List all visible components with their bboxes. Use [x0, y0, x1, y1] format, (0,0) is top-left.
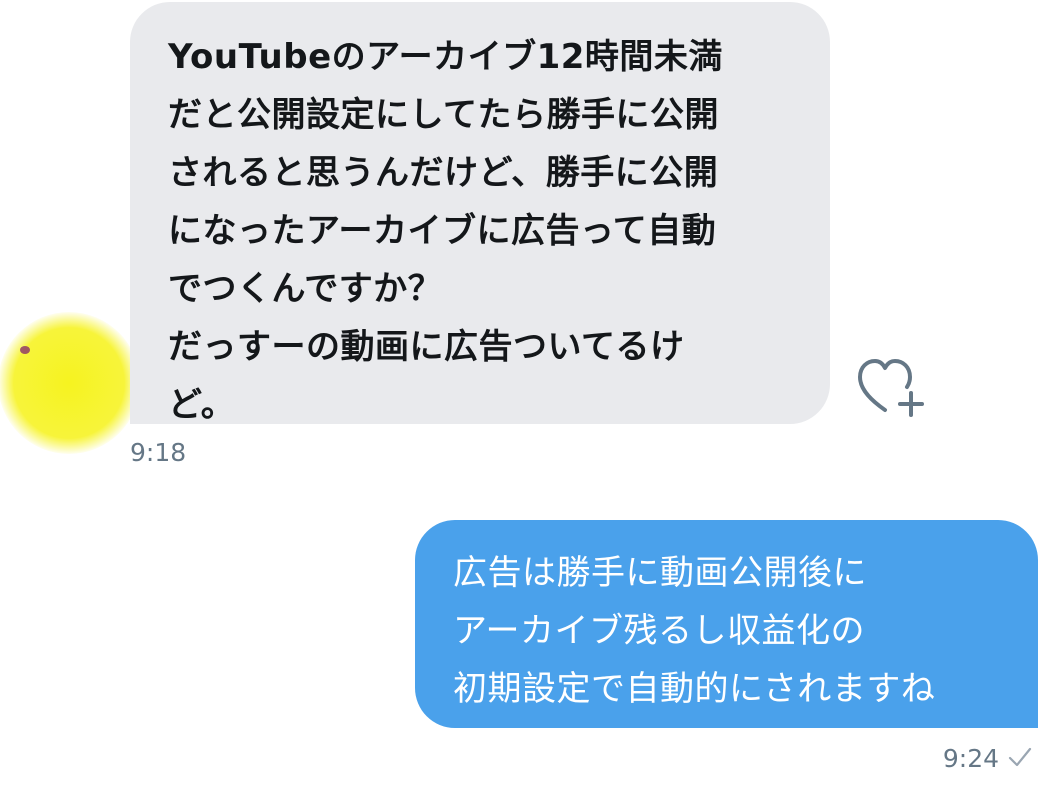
message-line: YouTubeのアーカイブ12時間未満: [168, 37, 723, 77]
message-line: 初期設定で自動的にされますね: [453, 669, 936, 709]
check-icon: [1008, 747, 1032, 767]
message-line: になったアーカイブに広告って自動: [168, 211, 717, 251]
received-message-text: YouTubeのアーカイブ12時間未満 だと公開設定にしてたら勝手に公開 される…: [168, 28, 830, 434]
conversation: YouTubeのアーカイブ12時間未満 だと公開設定にしてたら勝手に公開 される…: [0, 0, 1051, 786]
message-line: されると思うんだけど、勝手に公開: [168, 153, 719, 193]
sent-message-bubble[interactable]: 広告は勝手に動画公開後に アーカイブ残るし収益化の 初期設定で自動的にされますね: [415, 520, 1038, 728]
message-line: 広告は勝手に動画公開後に: [453, 553, 867, 593]
like-button[interactable]: [854, 355, 928, 421]
received-timestamp: 9:18: [130, 438, 187, 467]
avatar[interactable]: [0, 312, 140, 454]
avatar-mark: [20, 346, 30, 354]
message-line: だっすーの動画に広告ついてるけ: [168, 327, 685, 367]
sent-message-text: 広告は勝手に動画公開後に アーカイブ残るし収益化の 初期設定で自動的にされますね: [453, 544, 1038, 718]
message-line: ど。: [168, 385, 236, 425]
heart-plus-icon: [858, 359, 924, 417]
received-message-bubble[interactable]: YouTubeのアーカイブ12時間未満 だと公開設定にしてたら勝手に公開 される…: [130, 2, 830, 425]
message-line: だと公開設定にしてたら勝手に公開: [168, 95, 719, 135]
message-line: でつくんですか？: [168, 269, 443, 309]
message-line: アーカイブ残るし収益化の: [453, 611, 865, 651]
sent-timestamp: 9:24: [942, 744, 999, 773]
